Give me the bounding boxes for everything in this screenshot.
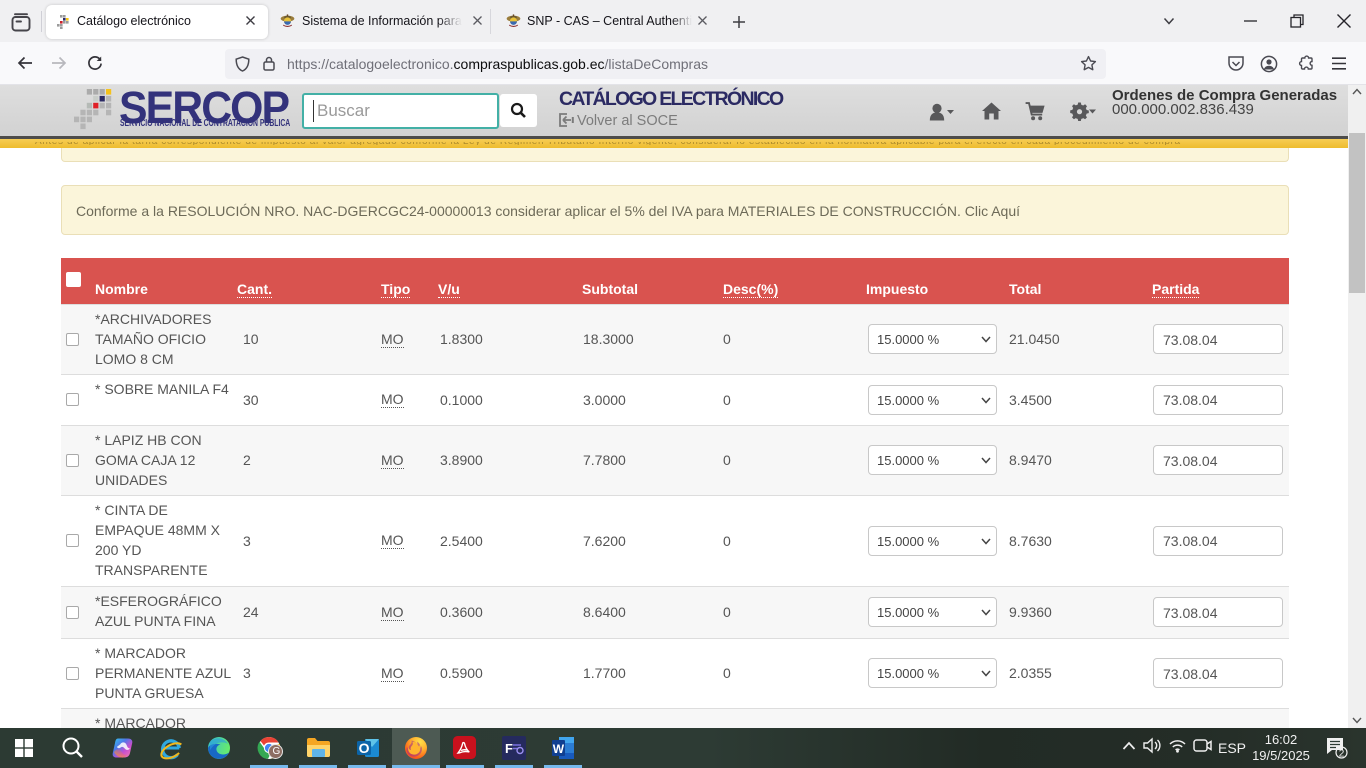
- svg-text:2: 2: [1339, 749, 1345, 760]
- svg-text:W: W: [553, 742, 565, 756]
- svg-text:O: O: [359, 740, 370, 756]
- svg-text:F: F: [505, 741, 513, 756]
